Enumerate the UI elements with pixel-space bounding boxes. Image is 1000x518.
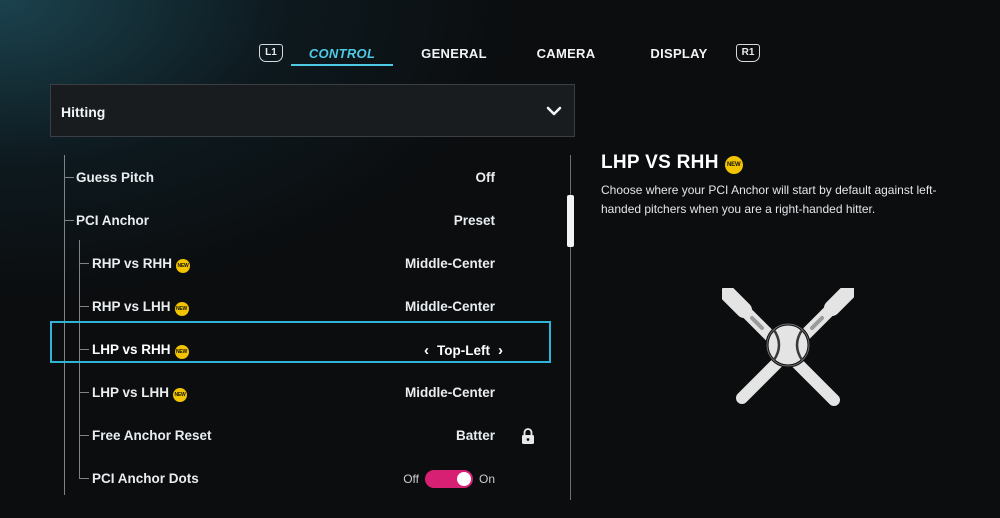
value-selector: ‹ Top-Left › xyxy=(416,342,511,359)
setting-value: Batter xyxy=(455,428,495,443)
pci-anchor-dots-toggle-group: Off On xyxy=(403,470,495,488)
active-tab-indicator xyxy=(291,64,393,66)
new-badge: NEW xyxy=(173,388,188,402)
setting-row-lhp-vs-lhh[interactable]: LHP vs LHH NEW Middle-Center xyxy=(50,372,575,412)
category-dropdown-label: Hitting xyxy=(61,104,106,120)
category-dropdown[interactable]: Hitting xyxy=(50,84,575,137)
setting-row-free-anchor-reset[interactable]: Free Anchor Reset Batter xyxy=(50,415,575,455)
r1-bumper-hint[interactable]: R1 xyxy=(736,44,760,62)
setting-value: Top-Left xyxy=(437,343,490,358)
chevron-down-icon xyxy=(546,106,562,116)
setting-label: RHP vs LHH xyxy=(92,299,171,314)
l1-bumper-hint[interactable]: L1 xyxy=(259,44,283,62)
toggle-off-label: Off xyxy=(403,472,419,486)
setting-label: RHP vs RHH xyxy=(92,256,173,271)
toggle-on-label: On xyxy=(478,472,495,486)
tab-general[interactable]: GENERAL xyxy=(404,46,504,61)
setting-value: Middle-Center xyxy=(404,299,495,314)
setting-value: Middle-Center xyxy=(404,385,495,400)
detail-title-text: LHP VS RHH xyxy=(601,152,719,173)
new-badge: NEW xyxy=(176,259,191,273)
setting-value: Middle-Center xyxy=(404,256,495,271)
detail-title: LHP VS RHH NEW xyxy=(601,152,743,174)
setting-row-guess-pitch[interactable]: Guess Pitch Off xyxy=(50,157,575,197)
setting-label: PCI Anchor xyxy=(76,213,150,228)
new-badge: NEW xyxy=(174,302,189,316)
pci-anchor-dots-toggle[interactable] xyxy=(424,470,473,488)
setting-row-rhp-vs-lhh[interactable]: RHP vs LHH NEW Middle-Center xyxy=(50,286,575,326)
setting-label: Guess Pitch xyxy=(76,170,155,185)
tab-camera[interactable]: CAMERA xyxy=(516,46,616,61)
lock-icon xyxy=(522,428,534,444)
settings-tab-bar: L1 CONTROL GENERAL CAMERA DISPLAY R1 xyxy=(0,40,1000,70)
setting-row-rhp-vs-rhh[interactable]: RHP vs RHH NEW Middle-Center xyxy=(50,243,575,283)
setting-row-pci-anchor[interactable]: PCI Anchor Preset xyxy=(50,200,575,240)
tab-control[interactable]: CONTROL xyxy=(291,46,393,61)
crossed-bats-baseball-icon xyxy=(722,288,854,406)
new-badge: NEW xyxy=(724,156,743,174)
setting-label: LHP vs RHH xyxy=(92,342,171,357)
settings-list: Guess Pitch Off PCI Anchor Preset RHP vs… xyxy=(50,155,575,500)
new-badge: NEW xyxy=(174,345,189,359)
toggle-knob xyxy=(456,472,471,486)
tab-display[interactable]: DISPLAY xyxy=(629,46,729,61)
scrollbar-thumb[interactable] xyxy=(567,195,574,247)
setting-value: Preset xyxy=(453,213,495,228)
setting-row-lhp-vs-rhh[interactable]: LHP vs RHH NEW ‹ Top-Left › xyxy=(50,321,575,369)
setting-label: LHP vs LHH xyxy=(92,385,170,400)
setting-row-pci-anchor-dots[interactable]: PCI Anchor Dots Off On xyxy=(50,458,575,498)
setting-label: Free Anchor Reset xyxy=(92,428,212,443)
chevron-right-icon[interactable]: › xyxy=(498,342,503,359)
setting-value: Off xyxy=(475,170,496,185)
setting-label: PCI Anchor Dots xyxy=(92,471,199,486)
detail-description: Choose where your PCI Anchor will start … xyxy=(601,183,937,216)
chevron-left-icon[interactable]: ‹ xyxy=(424,342,429,359)
